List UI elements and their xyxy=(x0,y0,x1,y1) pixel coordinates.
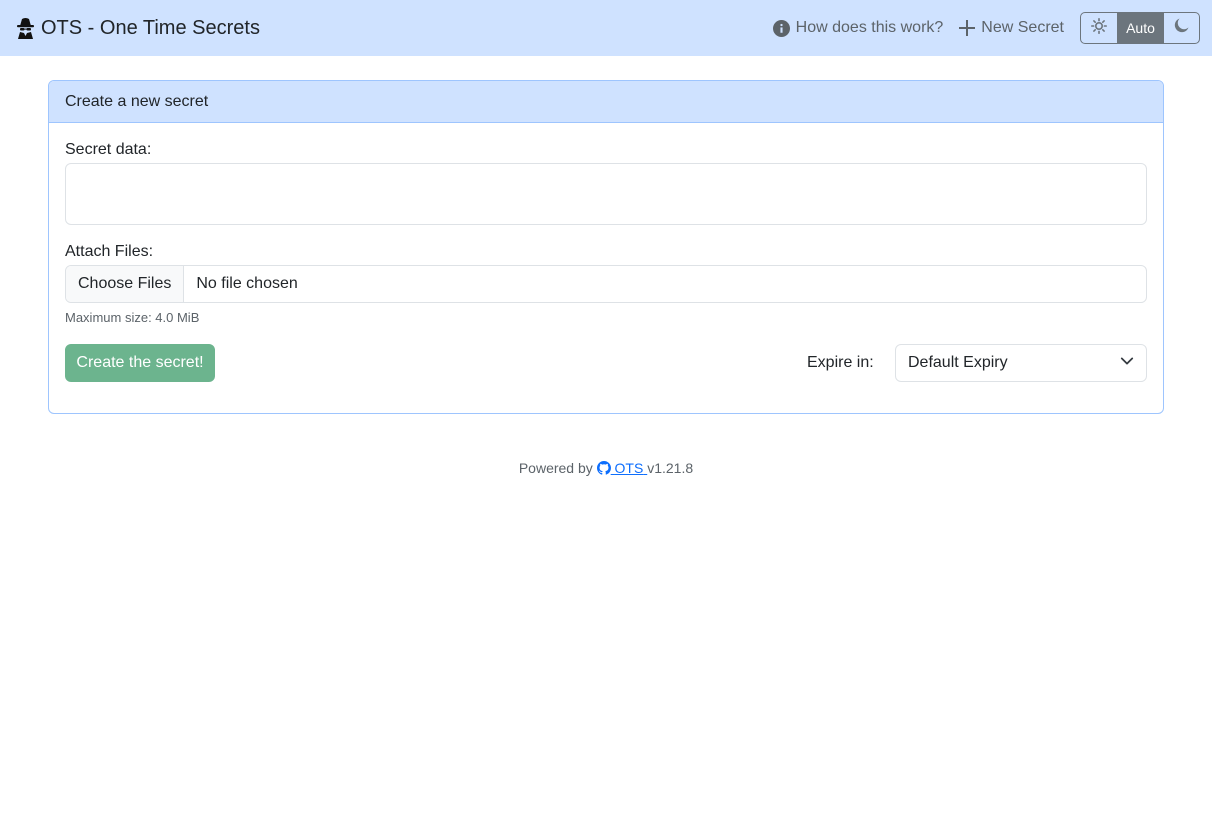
spy-icon xyxy=(16,17,35,39)
moon-icon xyxy=(1174,18,1189,38)
theme-dark-button[interactable] xyxy=(1163,13,1199,43)
how-it-works-link[interactable]: How does this work? xyxy=(772,19,944,37)
powered-by-text: Powered by xyxy=(518,460,593,476)
secret-data-label: Secret data: xyxy=(65,141,152,158)
info-circle-icon xyxy=(772,19,790,37)
footer: Powered by OTS v1.21.8 xyxy=(0,460,1212,478)
how-it-works-label: How does this work? xyxy=(795,19,944,36)
create-secret-card: Create a new secret Secret data: Attach … xyxy=(48,80,1164,414)
nav-right: How does this work? New Secret Auto xyxy=(772,12,1200,44)
create-secret-button[interactable]: Create the secret! xyxy=(65,344,215,382)
github-icon xyxy=(596,461,611,478)
card-header: Create a new secret xyxy=(49,81,1163,123)
theme-switcher: Auto xyxy=(1080,12,1200,44)
secret-data-textarea[interactable] xyxy=(65,163,1147,225)
file-input[interactable]: Choose Files No file chosen xyxy=(65,265,1147,303)
top-navbar: OTS - One Time Secrets How does this wor… xyxy=(0,0,1212,56)
file-status-text: No file chosen xyxy=(196,275,298,292)
attach-files-label: Attach Files: xyxy=(65,243,154,260)
choose-files-button[interactable]: Choose Files xyxy=(66,266,185,302)
plus-icon xyxy=(959,20,976,36)
expire-label: Expire in: xyxy=(807,354,874,371)
brand-title: OTS - One Time Secrets xyxy=(41,16,260,39)
version-text: v1.21.8 xyxy=(647,460,694,476)
theme-auto-button[interactable]: Auto xyxy=(1117,13,1163,43)
max-size-help: Maximum size: 4.0 MiB xyxy=(65,310,200,325)
expiry-selected-value: Default Expiry xyxy=(908,354,1008,371)
new-secret-label: New Secret xyxy=(981,19,1064,36)
chevron-down-icon xyxy=(1120,354,1134,373)
expiry-select[interactable]: Default Expiry xyxy=(895,344,1147,382)
ots-link-text: OTS xyxy=(614,460,644,476)
new-secret-link[interactable]: New Secret xyxy=(959,19,1064,37)
theme-light-button[interactable] xyxy=(1081,13,1117,43)
sun-icon xyxy=(1091,17,1107,39)
ots-github-link[interactable]: OTS xyxy=(596,460,648,478)
brand-link[interactable]: OTS - One Time Secrets xyxy=(16,17,260,40)
